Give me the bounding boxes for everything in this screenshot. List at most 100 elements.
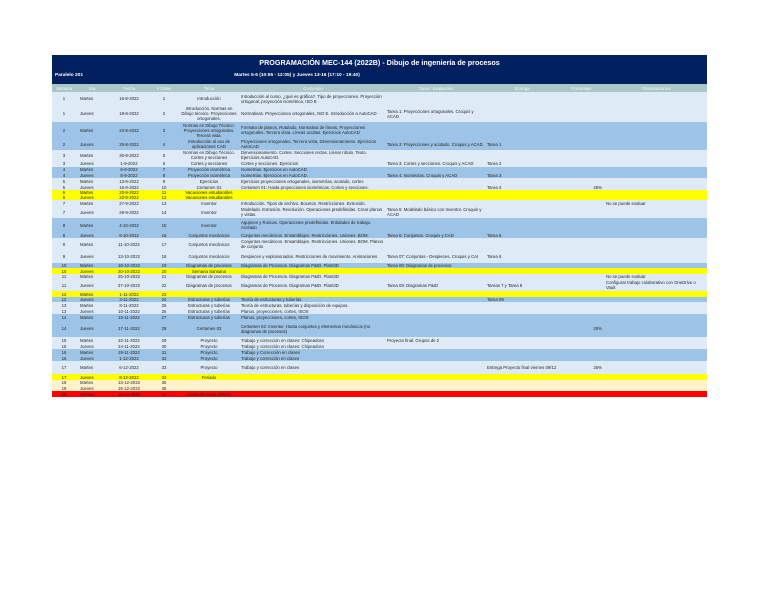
cell-semana[interactable]: 2 [52, 122, 76, 138]
cell-obs[interactable] [605, 206, 707, 218]
cell-dia[interactable]: Jueves [76, 279, 108, 291]
cell-semana[interactable]: 17 [52, 361, 76, 374]
cell-tarea[interactable]: Tarea 1: Proyecciones ortogonales. Croqu… [386, 105, 486, 122]
col-observaciones[interactable]: Observaciones [605, 84, 707, 92]
cell-tarea[interactable] [386, 150, 486, 160]
cell-dia[interactable]: Martes [76, 150, 108, 160]
cell-obs[interactable] [605, 138, 707, 150]
cell-dia[interactable]: Martes [76, 361, 108, 374]
cell-fecha[interactable]: 13-10-2022 [108, 250, 150, 263]
cell-contenido[interactable]: Diagramas de Procesos. Diagramas P&ID. P… [240, 279, 386, 291]
cell-dia[interactable]: Jueves [76, 206, 108, 218]
cell-tema[interactable]: Inventor [178, 218, 240, 232]
cell-obs[interactable] [605, 150, 707, 160]
cell-entrega[interactable] [486, 150, 558, 160]
cell-tema[interactable]: Introducción [178, 92, 240, 105]
cell-tema[interactable]: Introducción al uso de aplicaciones CAD [178, 138, 240, 150]
cell-entrega[interactable] [486, 391, 558, 397]
cell-porcentaje[interactable] [558, 160, 605, 167]
cell-fecha[interactable]: 11-10-2022 [108, 238, 150, 250]
cell-porcentaje[interactable] [558, 391, 605, 397]
cell-porcentaje[interactable]: 25% [558, 320, 605, 337]
cell-fecha[interactable]: 16-8-2022 [108, 92, 150, 105]
cell-fecha[interactable]: 23-8-2022 [108, 122, 150, 138]
cell-entrega[interactable]: Tarea 6 [486, 250, 558, 263]
col-entrega[interactable]: Entrega [486, 84, 558, 92]
cell-contenido[interactable]: Trabajo y corrección en clases [240, 361, 386, 374]
cell-contenido[interactable]: Conjuntos mecánicos. Ensamblajes. Restri… [240, 232, 386, 238]
cell-porcentaje[interactable] [558, 138, 605, 150]
cell-fecha[interactable]: 16-12-2022 [108, 391, 150, 397]
cell-tarea[interactable]: Tarea 2: Proyecciones y acotado. Croquis… [386, 138, 486, 150]
cell-dia[interactable]: Viernes [76, 391, 108, 397]
cell-clase[interactable]: 17 [150, 238, 178, 250]
cell-tarea[interactable]: Tarea 5: Modelado básico con Inventor. C… [386, 206, 486, 218]
col-porcentaje[interactable]: Porcentaje [558, 84, 605, 92]
cell-tarea[interactable]: Tarea 3: Cortes y secciones. Croquis y A… [386, 160, 486, 167]
cell-porcentaje[interactable] [558, 218, 605, 232]
cell-semana[interactable]: 11 [52, 279, 76, 291]
cell-tema[interactable]: Vacaciones estudiantiles [178, 195, 240, 200]
cell-obs[interactable]: Configurar trabajo colaborativo con OneD… [605, 279, 707, 291]
cell-entrega[interactable] [486, 206, 558, 218]
cell-tarea[interactable]: Tarea 09: Diagramas P&ID [386, 279, 486, 291]
cell-semana[interactable]: 1 [52, 105, 76, 122]
cell-entrega[interactable] [486, 122, 558, 138]
cell-fecha[interactable]: 30-8-2022 [108, 150, 150, 160]
cell-porcentaje[interactable] [558, 206, 605, 218]
cell-tema[interactable]: Diagramas de procesos [178, 263, 240, 268]
cell-obs[interactable] [605, 391, 707, 397]
cell-contenido[interactable]: Agujeros y Roscas. Operaciones predefini… [240, 218, 386, 232]
cell-contenido[interactable]: Proyecciones ortogonales, Tercera vista,… [240, 138, 386, 150]
cell-semana[interactable]: 19 [52, 391, 76, 397]
cell-porcentaje[interactable] [558, 122, 605, 138]
cell-clase[interactable]: 1 [150, 92, 178, 105]
cell-fecha[interactable]: 29-9-2022 [108, 206, 150, 218]
cell-dia[interactable]: Jueves [76, 320, 108, 337]
col-semana[interactable]: Semana [52, 84, 76, 92]
cell-contenido[interactable]: Introducción. Tipos de archivo. Bocetos.… [240, 200, 386, 206]
cell-semana[interactable]: 9 [52, 250, 76, 263]
col-clase[interactable]: # Clase [150, 84, 178, 92]
cell-tema[interactable]: Normas en Dibujo Técnico. Cortes y secci… [178, 150, 240, 160]
cell-fecha[interactable]: 27-10-2022 [108, 279, 150, 291]
cell-obs[interactable] [605, 238, 707, 250]
cell-porcentaje[interactable] [558, 105, 605, 122]
cell-dia[interactable]: Martes [76, 218, 108, 232]
cell-fecha[interactable]: 18-8-2022 [108, 105, 150, 122]
cell-tarea[interactable] [386, 320, 486, 337]
cell-entrega[interactable]: Tarea 2 [486, 160, 558, 167]
cell-contenido[interactable]: Formato de planos, Rotulado, Normativa d… [240, 122, 386, 138]
cell-clase[interactable]: 28 [150, 320, 178, 337]
cell-porcentaje[interactable]: 25% [558, 361, 605, 374]
cell-tema[interactable]: Certamen 02 [178, 320, 240, 337]
col-tarea[interactable]: Tarea / Evaluación [386, 84, 486, 92]
cell-tema[interactable]: Normas en Dibujo Técnico. Proyecciones o… [178, 122, 240, 138]
cell-clase[interactable]: 6 [150, 160, 178, 167]
cell-dia[interactable]: Jueves [76, 250, 108, 263]
cell-tema[interactable]: Conjuntos mecánicos [178, 250, 240, 263]
cell-fecha[interactable]: 6-12-2022 [108, 361, 150, 374]
cell-obs[interactable] [605, 218, 707, 232]
cell-tema[interactable]: Cortes y secciones [178, 160, 240, 167]
cell-porcentaje[interactable] [558, 92, 605, 105]
cell-porcentaje[interactable] [558, 150, 605, 160]
cell-fecha[interactable]: 4-10-2022 [108, 218, 150, 232]
cell-tarea[interactable] [386, 92, 486, 105]
col-fecha[interactable]: Fecha [108, 84, 150, 92]
cell-entrega[interactable] [486, 238, 558, 250]
cell-contenido[interactable]: Certamen 01: Hasta proyecciones isométri… [240, 184, 386, 190]
cell-contenido[interactable]: Introducción al curso. ¿qué es gráfica?.… [240, 92, 386, 105]
cell-clase[interactable]: 3 [150, 122, 178, 138]
cell-porcentaje[interactable] [558, 279, 605, 291]
cell-obs[interactable] [605, 105, 707, 122]
cell-porcentaje[interactable] [558, 250, 605, 263]
cell-contenido[interactable]: Cortes y secciones. Ejercicios [240, 160, 386, 167]
cell-clase[interactable]: 33 [150, 361, 178, 374]
cell-dia[interactable]: Martes [76, 238, 108, 250]
cell-fecha[interactable]: 17-11-2022 [108, 320, 150, 337]
cell-clase[interactable]: 4 [150, 138, 178, 150]
cell-entrega[interactable] [486, 218, 558, 232]
cell-contenido[interactable] [240, 391, 386, 397]
cell-semana[interactable]: 14 [52, 320, 76, 337]
